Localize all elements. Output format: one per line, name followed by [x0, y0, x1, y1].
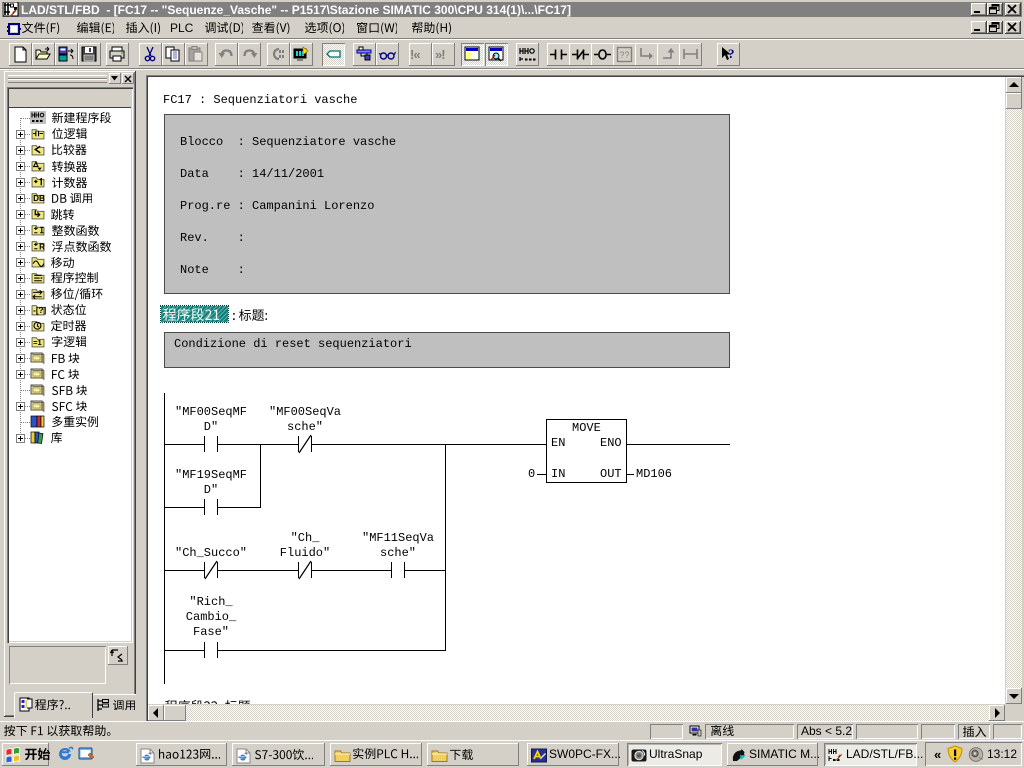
svg-text:R: R — [39, 242, 45, 251]
svg-text:=1: =1 — [33, 338, 42, 347]
svg-text:?: ? — [728, 46, 735, 61]
svg-text:DB: DB — [33, 194, 45, 203]
svg-text:??: ?? — [620, 50, 630, 60]
svg-text:-[?]: -[?] — [33, 306, 46, 315]
